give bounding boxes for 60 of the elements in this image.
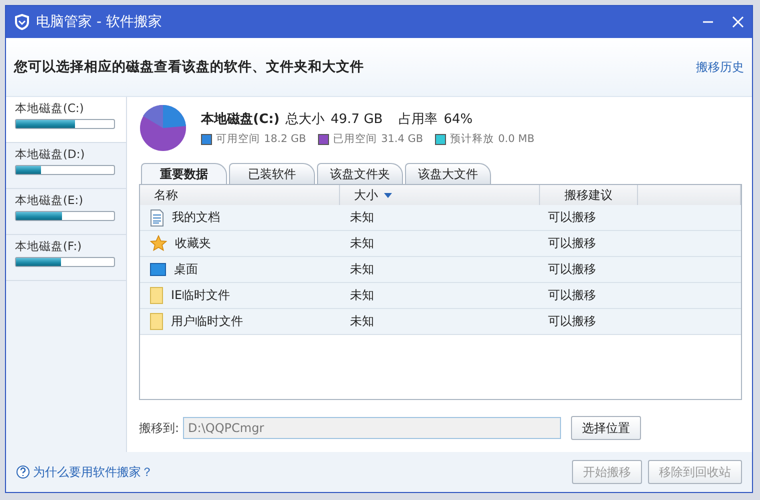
move-to-label: 搬移到:: [139, 420, 180, 436]
choose-location-button[interactable]: 选择位置: [571, 416, 642, 440]
disk-name: 本地磁盘(C:): [201, 111, 280, 128]
tab[interactable]: 重要数据: [141, 163, 227, 184]
item-name: IE临时文件: [171, 287, 230, 304]
legend-label: 预计释放: [450, 132, 494, 146]
item-size: 未知: [350, 209, 374, 226]
usage-value: 64%: [444, 112, 473, 127]
item-name: 用户临时文件: [171, 313, 243, 330]
usage-label: 占用率: [398, 111, 438, 128]
help-icon: [16, 465, 30, 479]
legend-label: 可用空间: [216, 132, 260, 146]
item-size: 未知: [350, 313, 374, 330]
table-row[interactable]: 我的文档 未知 可以搬移: [140, 205, 741, 231]
item-advice: 可以搬移: [548, 235, 596, 252]
folder-icon: [150, 313, 163, 330]
pie-chart-icon: [139, 104, 187, 152]
tab[interactable]: 该盘文件夹: [317, 163, 403, 184]
item-name: 我的文档: [172, 209, 220, 226]
item-advice: 可以搬移: [548, 287, 596, 304]
monitor-icon: [150, 263, 166, 276]
star-icon: [150, 235, 167, 252]
drive-item[interactable]: 本地磁盘(D:): [6, 143, 126, 189]
header-text: 您可以选择相应的磁盘查看该盘的软件、文件夹和大文件: [14, 58, 364, 76]
shield-icon: [14, 14, 30, 30]
drive-name: 本地磁盘(E:): [15, 193, 84, 208]
item-advice: 可以搬移: [548, 313, 596, 330]
tab[interactable]: 该盘大文件: [405, 163, 491, 184]
table-row[interactable]: IE临时文件 未知 可以搬移: [140, 283, 741, 309]
item-advice: 可以搬移: [548, 209, 596, 226]
drive-item[interactable]: 本地磁盘(E:): [6, 189, 126, 235]
path-field[interactable]: D:\QQPCmgr: [183, 417, 562, 439]
total-value: 49.7 GB: [330, 112, 383, 127]
drive-name: 本地磁盘(D:): [15, 147, 86, 162]
table-row[interactable]: 收藏夹 未知 可以搬移: [140, 231, 741, 257]
table-row[interactable]: 桌面 未知 可以搬移: [140, 257, 741, 283]
legend-value: 31.4 GB: [381, 133, 424, 145]
total-label: 总大小: [286, 111, 325, 128]
item-advice: 可以搬移: [548, 261, 596, 278]
item-size: 未知: [350, 261, 374, 278]
drive-item[interactable]: 本地磁盘(C:): [6, 97, 126, 143]
document-icon: [150, 208, 164, 226]
drive-item[interactable]: 本地磁盘(F:): [6, 235, 126, 281]
sort-icon: [384, 192, 392, 198]
drive-name: 本地磁盘(F:): [15, 239, 83, 254]
folder-icon: [150, 287, 163, 304]
tab[interactable]: 已装软件: [229, 163, 315, 184]
item-name: 收藏夹: [175, 235, 211, 252]
item-name: 桌面: [174, 261, 198, 278]
drive-name: 本地磁盘(C:): [15, 101, 85, 116]
item-size: 未知: [350, 287, 374, 304]
legend-label: 已用空间: [333, 132, 378, 146]
history-link[interactable]: 搬移历史: [696, 58, 744, 76]
legend-value: 18.2 GB: [264, 133, 306, 145]
item-size: 未知: [350, 235, 374, 252]
window-title: 电脑管家 - 软件搬家: [36, 13, 163, 31]
close-icon[interactable]: [732, 16, 744, 28]
table-row[interactable]: 用户临时文件 未知 可以搬移: [140, 309, 741, 335]
legend-value: 0.0 MB: [498, 133, 534, 145]
help-link[interactable]: 为什么要用软件搬家？: [33, 464, 153, 480]
